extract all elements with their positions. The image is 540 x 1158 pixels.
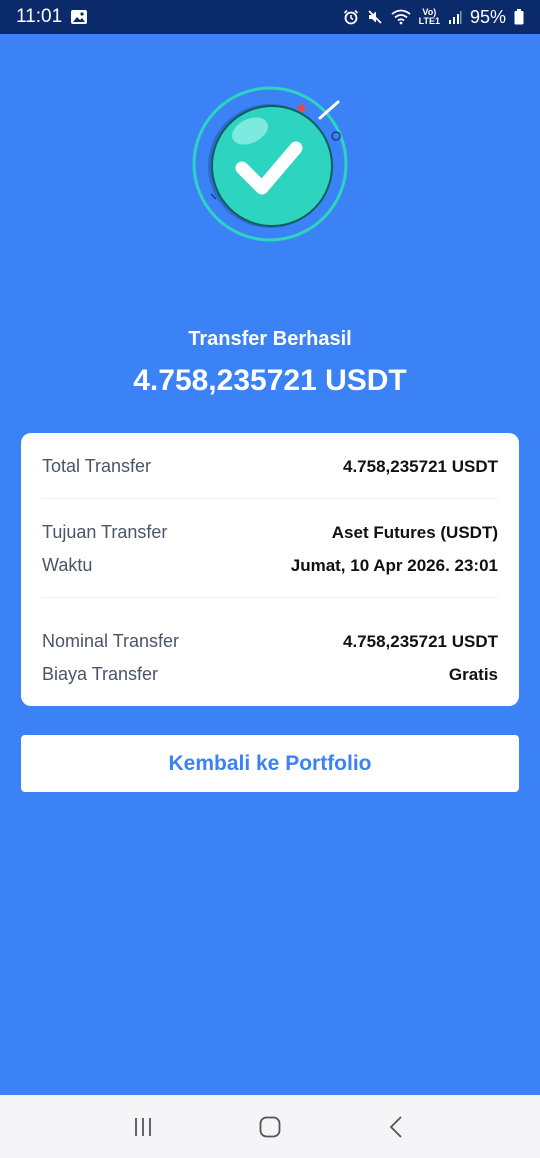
network-type: Vo) LTE1 <box>419 8 440 26</box>
success-check-icon <box>190 86 350 246</box>
signal-icon <box>448 10 462 24</box>
fee-value: Gratis <box>448 664 498 684</box>
divider <box>42 498 498 499</box>
destination-label: Tujuan Transfer <box>42 522 168 542</box>
status-left: 11:01 <box>16 6 88 28</box>
nominal-row: Nominal Transfer 4.758,235721 USDT <box>42 625 498 658</box>
fee-row: Biaya Transfer Gratis <box>42 658 498 691</box>
alarm-icon <box>343 9 359 25</box>
divider <box>42 597 498 598</box>
total-transfer-label: Total Transfer <box>42 456 152 476</box>
back-icon[interactable] <box>377 1107 417 1147</box>
destination-row: Tujuan Transfer Aset Futures (USDT) <box>42 516 498 549</box>
time-row: Waktu Jumat, 10 Apr 2026. 23:01 <box>42 549 498 582</box>
navigation-bar <box>0 1095 540 1158</box>
battery-level: 95% <box>469 6 506 27</box>
transfer-details-card: Total Transfer 4.758,235721 USDT Tujuan … <box>21 433 519 706</box>
destination-section: Tujuan Transfer Aset Futures (USDT) Wakt… <box>42 516 498 582</box>
status-bar: 11:01 Vo) LTE1 95% <box>0 0 540 34</box>
nominal-label: Nominal Transfer <box>42 631 180 651</box>
destination-value: Aset Futures (USDT) <box>331 522 498 542</box>
nominal-value: 4.758,235721 USDT <box>343 631 498 651</box>
time-label: Waktu <box>42 555 93 575</box>
network-label-bottom: LTE1 <box>418 16 440 26</box>
back-to-portfolio-button[interactable]: Kembali ke Portfolio <box>21 735 519 792</box>
total-section: Total Transfer 4.758,235721 USDT <box>42 450 498 483</box>
time-value: Jumat, 10 Apr 2026. 23:01 <box>290 555 498 575</box>
transfer-status-title: Transfer Berhasil <box>188 328 352 350</box>
battery-icon <box>514 9 524 25</box>
amount-section: Nominal Transfer 4.758,235721 USDT Biaya… <box>42 625 498 691</box>
wifi-icon <box>391 9 411 25</box>
fee-label: Biaya Transfer <box>42 664 159 684</box>
status-right: Vo) LTE1 95% <box>343 7 524 28</box>
home-icon[interactable] <box>250 1107 290 1147</box>
recent-apps-icon[interactable] <box>123 1107 163 1147</box>
total-transfer-row: Total Transfer 4.758,235721 USDT <box>42 450 498 483</box>
mute-icon <box>367 9 383 25</box>
transfer-amount: 4.758,235721 USDT <box>133 364 407 397</box>
status-time: 11:01 <box>16 6 63 27</box>
total-transfer-value: 4.758,235721 USDT <box>343 456 498 476</box>
gallery-icon <box>70 9 88 25</box>
